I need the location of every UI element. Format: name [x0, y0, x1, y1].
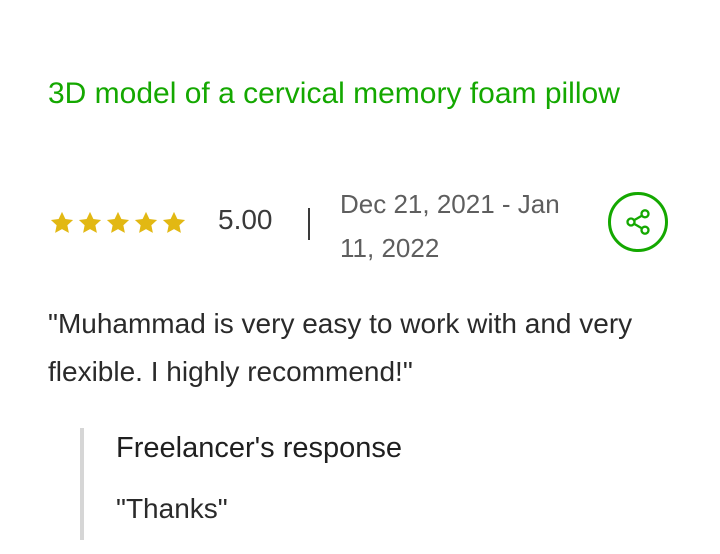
freelancer-response: Freelancer's response "Thanks" — [80, 428, 640, 540]
star-icon — [162, 211, 186, 233]
rating-score: 5.00 — [218, 204, 273, 235]
star-icon — [134, 211, 158, 233]
star-rating — [48, 209, 188, 237]
job-title-link[interactable]: 3D model of a cervical memory foam pillo… — [48, 70, 628, 118]
response-text: "Thanks" — [116, 493, 228, 524]
share-button[interactable] — [608, 192, 668, 252]
divider — [308, 208, 310, 240]
share-icon — [626, 209, 650, 235]
date-range: Dec 21, 2021 - Jan 11, 2022 — [340, 189, 560, 263]
star-icon — [106, 211, 130, 233]
rating-row: 5.00 Dec 21, 2021 - Jan 11, 2022 — [48, 188, 678, 268]
response-heading: Freelancer's response — [116, 432, 403, 464]
review-feedback: "Muhammad is very easy to work with and … — [48, 308, 633, 387]
star-icon — [50, 211, 74, 233]
star-icon — [78, 211, 102, 233]
